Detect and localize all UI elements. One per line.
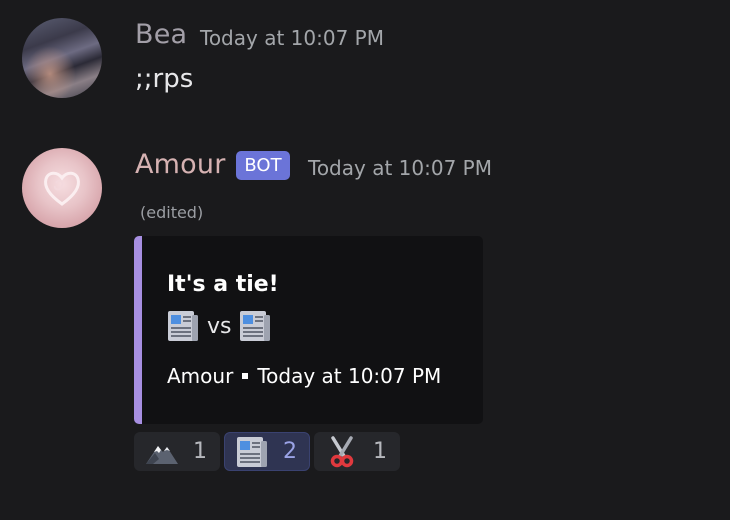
- message-timestamp: Today at 10:07 PM: [308, 156, 492, 180]
- reaction-count: 1: [193, 439, 207, 464]
- message-timestamp: Today at 10:07 PM: [200, 26, 384, 50]
- author-name[interactable]: Amour: [135, 149, 226, 180]
- embed: It's a tie! vs Amour Today at 10:07 PM: [134, 236, 483, 424]
- embed-footer-author: Amour: [167, 364, 234, 388]
- newspaper-icon: [166, 309, 200, 343]
- reaction-scissors[interactable]: 1: [314, 432, 400, 471]
- vs-label: vs: [207, 313, 232, 339]
- edited-label: (edited): [140, 203, 204, 222]
- avatar[interactable]: [22, 148, 102, 228]
- embed-description: vs: [166, 308, 272, 344]
- reaction-newspaper[interactable]: 2: [224, 432, 310, 471]
- reactions-bar: 1 2 1: [134, 432, 404, 471]
- heart-logo-icon: [44, 171, 80, 206]
- embed-footer-time: Today at 10:07 PM: [257, 364, 442, 388]
- reaction-count: 1: [373, 439, 387, 464]
- avatar[interactable]: [22, 18, 102, 98]
- embed-title: It's a tie!: [167, 272, 279, 297]
- reaction-count: 2: [283, 439, 297, 464]
- message-content: ;;rps: [135, 64, 194, 94]
- reaction-mountain[interactable]: 1: [134, 432, 220, 471]
- embed-footer: Amour Today at 10:07 PM: [167, 364, 441, 388]
- bot-badge: BOT: [236, 151, 290, 180]
- scissors-icon: [325, 435, 359, 469]
- author-name[interactable]: Bea: [135, 19, 187, 50]
- footer-separator: [242, 373, 249, 379]
- newspaper-icon: [238, 309, 272, 343]
- mountain-icon: [145, 435, 179, 469]
- newspaper-icon: [235, 435, 269, 469]
